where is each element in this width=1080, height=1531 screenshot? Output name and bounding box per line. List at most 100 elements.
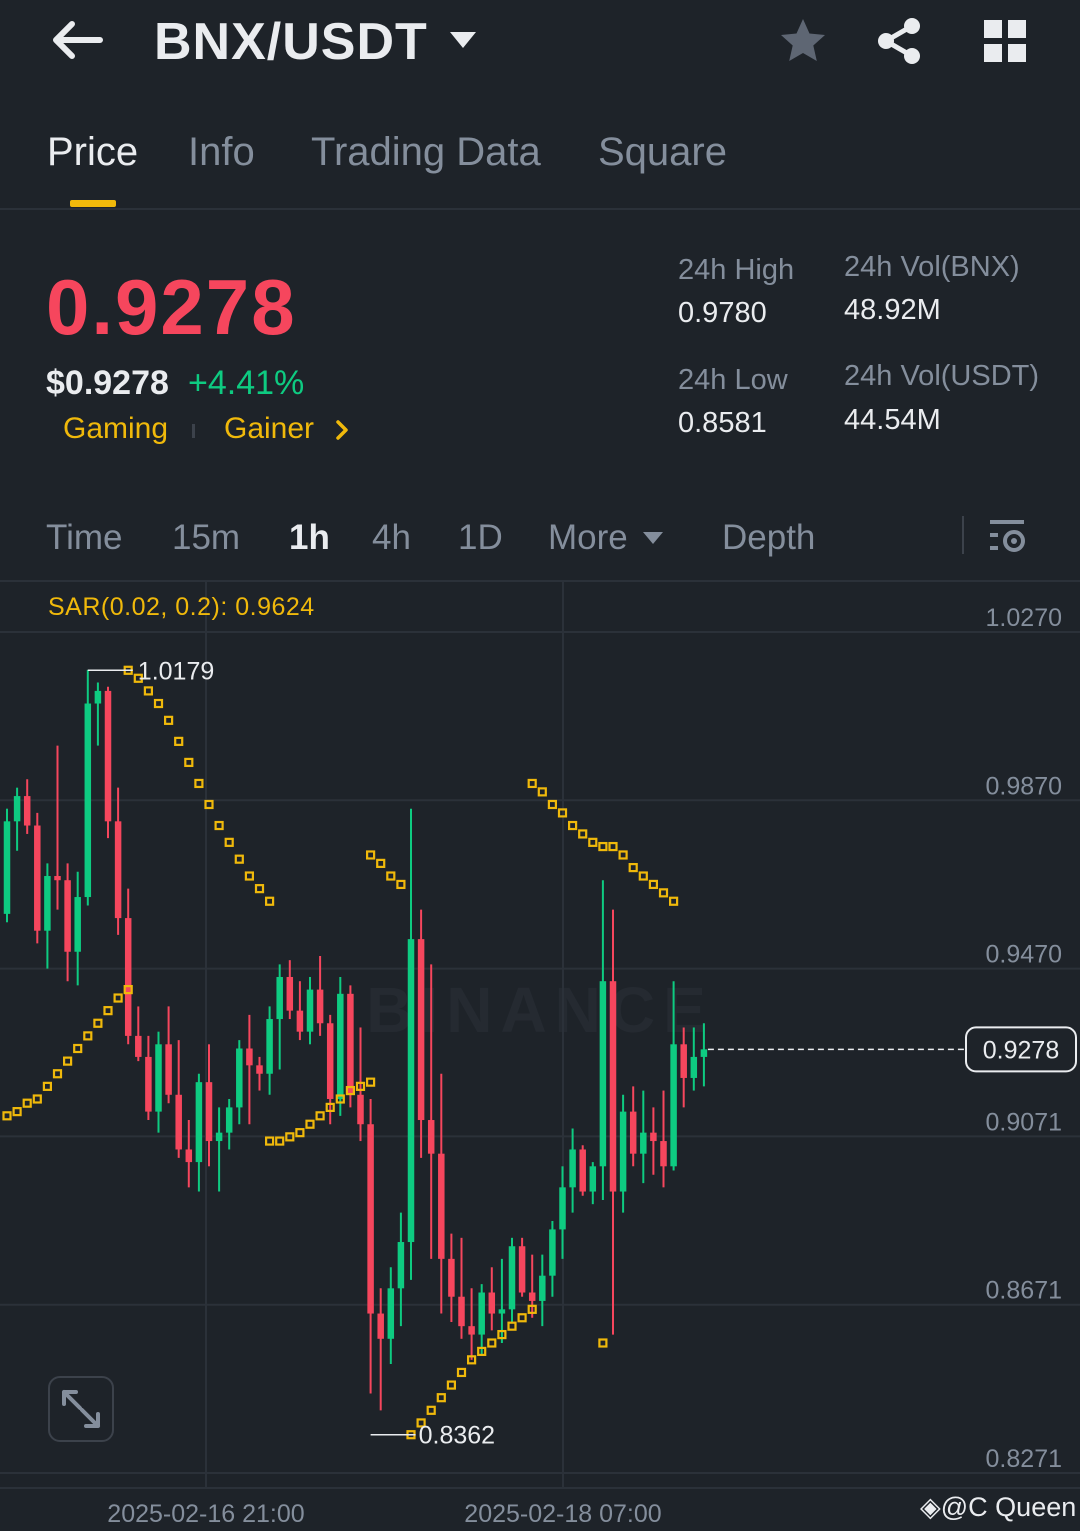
sar-dot bbox=[567, 820, 578, 831]
sar-dot bbox=[52, 1069, 63, 1079]
sar-dot bbox=[73, 1043, 83, 1054]
credit-label: ◈@C Queen bbox=[920, 1492, 1077, 1522]
candle-body bbox=[569, 1149, 576, 1188]
candle-body bbox=[215, 1132, 223, 1142]
candle-body bbox=[589, 1166, 597, 1192]
candle-body bbox=[54, 876, 61, 881]
star-icon[interactable] bbox=[778, 16, 828, 66]
interval-more[interactable]: More bbox=[548, 518, 628, 558]
candle-body bbox=[397, 1242, 405, 1289]
candle-body bbox=[135, 1035, 142, 1057]
price-chart[interactable]: 1.0270 0.9870 0.9470 0.9071 0.8671 0.8271 2025… bbox=[0, 582, 1080, 1531]
candle-body bbox=[417, 939, 425, 1121]
sar-dot bbox=[547, 799, 558, 810]
candle-body bbox=[306, 989, 314, 1032]
candle-body bbox=[23, 796, 31, 826]
candle-body bbox=[337, 993, 344, 1099]
sar-dot bbox=[265, 1136, 275, 1146]
sar-dot bbox=[517, 1313, 527, 1323]
sar-dot bbox=[214, 820, 224, 831]
sar-dot bbox=[164, 715, 174, 725]
candle-body bbox=[448, 1258, 455, 1297]
candle-body bbox=[266, 1019, 273, 1074]
candle-body bbox=[549, 1229, 556, 1276]
sar-dot bbox=[305, 1119, 315, 1129]
tab-depth[interactable]: Depth bbox=[722, 518, 815, 558]
candle-body bbox=[377, 1313, 384, 1339]
sar-dot bbox=[295, 1128, 305, 1138]
share-icon[interactable] bbox=[874, 16, 924, 66]
vol-base-value: 48.92M bbox=[844, 294, 941, 326]
last-price: 0.9278 bbox=[46, 263, 297, 351]
candle-body bbox=[64, 880, 71, 952]
candle-body bbox=[458, 1296, 465, 1327]
sar-dot bbox=[143, 686, 153, 696]
candle-body bbox=[539, 1275, 546, 1301]
interval-15m[interactable]: 15m bbox=[172, 518, 240, 558]
chart-settings-icon[interactable] bbox=[986, 516, 1030, 556]
sar-dot bbox=[638, 871, 648, 881]
candle-body bbox=[508, 1246, 516, 1310]
candle-body bbox=[640, 1132, 647, 1154]
sar-dot bbox=[658, 888, 669, 898]
candle-body bbox=[286, 976, 294, 1011]
sar-dot bbox=[2, 1111, 12, 1121]
sar-dot bbox=[396, 879, 406, 890]
grid-icon[interactable] bbox=[982, 18, 1028, 64]
candle-body bbox=[690, 1056, 698, 1078]
candle-body bbox=[407, 939, 415, 1243]
caret-down-icon[interactable] bbox=[642, 530, 664, 546]
tab-price[interactable]: Price bbox=[47, 130, 138, 175]
min-price-label: 0.8362 bbox=[419, 1422, 495, 1450]
caret-down-icon[interactable] bbox=[448, 28, 478, 52]
tag-gaming[interactable]: Gaming bbox=[63, 412, 168, 446]
sar-dot bbox=[153, 698, 164, 709]
tab-trading-data[interactable]: Trading Data bbox=[311, 130, 541, 175]
candle-body bbox=[357, 1094, 364, 1125]
sar-dot bbox=[446, 1380, 456, 1390]
candle-body bbox=[236, 1048, 243, 1108]
x-tick-label: 2025-02-16 21:00 bbox=[107, 1500, 304, 1528]
sar-dot bbox=[194, 778, 204, 789]
candle-body bbox=[660, 1141, 667, 1167]
candle-body bbox=[427, 1120, 435, 1154]
sar-dot bbox=[618, 850, 628, 860]
interval-4h[interactable]: 4h bbox=[372, 518, 411, 558]
interval-1d[interactable]: 1D bbox=[458, 518, 503, 558]
y-tick-label: 0.8671 bbox=[986, 1277, 1062, 1305]
sar-dot bbox=[234, 854, 244, 864]
high-value: 0.9780 bbox=[678, 297, 767, 329]
sar-dot bbox=[668, 896, 679, 906]
pair-title[interactable]: BNX/USDT bbox=[154, 12, 428, 72]
sar-dot bbox=[366, 1077, 376, 1087]
candle-body bbox=[387, 1288, 395, 1339]
sar-dot bbox=[598, 841, 608, 852]
candle-body bbox=[3, 821, 11, 914]
candle-body bbox=[84, 703, 92, 898]
back-arrow-icon[interactable] bbox=[48, 18, 104, 62]
candle-body bbox=[276, 976, 283, 1020]
candle-body bbox=[599, 981, 607, 1167]
interval-1h[interactable]: 1h bbox=[289, 518, 330, 558]
tab-square[interactable]: Square bbox=[598, 130, 727, 175]
sar-dot bbox=[598, 1338, 608, 1348]
current-price-label: 0.9278 bbox=[983, 1036, 1059, 1064]
candle-body bbox=[175, 1094, 182, 1150]
usd-price: $0.9278 bbox=[46, 364, 169, 402]
candle-body bbox=[185, 1149, 193, 1163]
candle-body bbox=[670, 1044, 677, 1167]
candle-body bbox=[145, 1056, 152, 1112]
sar-dot bbox=[507, 1321, 517, 1331]
tag-gainer[interactable]: Gainer bbox=[224, 412, 314, 446]
sar-dot bbox=[537, 787, 547, 797]
tab-info[interactable]: Info bbox=[188, 130, 255, 175]
candle-body bbox=[488, 1292, 496, 1314]
interval-time[interactable]: Time bbox=[46, 518, 122, 558]
sar-indicator-label: SAR(0.02, 0.2): 0.9624 bbox=[48, 593, 315, 621]
fullscreen-button[interactable] bbox=[48, 1376, 114, 1442]
tag-separator bbox=[192, 424, 195, 438]
candle-body bbox=[155, 1044, 162, 1112]
chevron-right-icon[interactable] bbox=[334, 418, 350, 442]
sar-dot bbox=[456, 1367, 467, 1378]
sar-dot bbox=[244, 871, 254, 881]
